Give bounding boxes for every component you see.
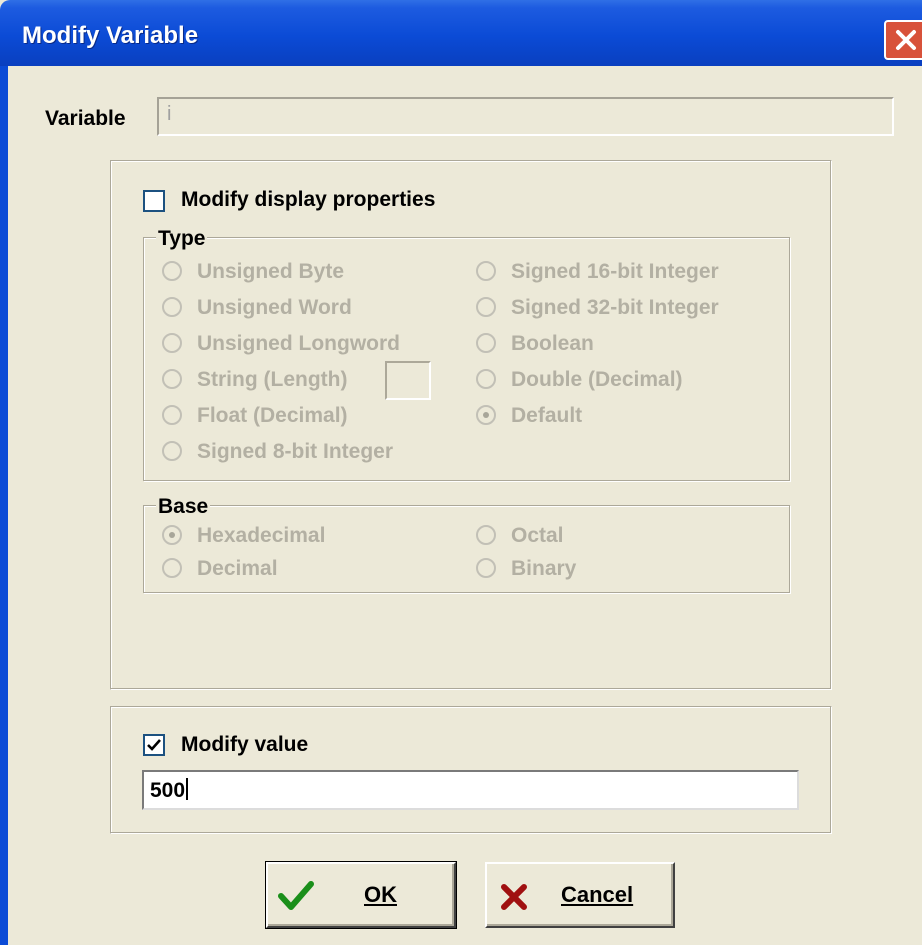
variable-field: i [157, 97, 894, 136]
window-frame-left [0, 66, 8, 945]
radio-label: Double (Decimal) [511, 368, 683, 391]
radio-label: Unsigned Word [197, 296, 352, 319]
radio-label: Signed 32-bit Integer [511, 296, 719, 319]
radio-label: Float (Decimal) [197, 404, 348, 427]
cancel-label-text: Cancel [561, 882, 634, 907]
radio-label: Decimal [197, 557, 278, 580]
radio-label: Boolean [511, 332, 594, 355]
modify-display-label: Modify display properties [181, 188, 436, 211]
radio-selected-icon [476, 405, 496, 425]
radio-icon [162, 333, 182, 353]
modify-value-label: Modify value [181, 733, 309, 756]
radio-label: Unsigned Longword [197, 332, 400, 355]
type-legend: Type [156, 227, 208, 251]
radio-label: Default [511, 404, 583, 427]
modify-value-checkbox[interactable] [143, 734, 165, 756]
radio-selected-icon [162, 525, 182, 545]
radio-label: Binary [511, 557, 577, 580]
radio-icon [162, 558, 182, 578]
radio-icon [162, 369, 182, 389]
radio-icon [476, 525, 496, 545]
radio-icon [476, 297, 496, 317]
radio-icon [476, 369, 496, 389]
radio-icon [162, 441, 182, 461]
title-bar[interactable]: Modify Variable [0, 0, 922, 66]
radio-icon [162, 405, 182, 425]
variable-label: Variable [45, 107, 126, 130]
close-icon [896, 30, 916, 50]
value-text: 500 [150, 779, 186, 802]
base-legend: Base [156, 495, 211, 519]
text-caret [186, 778, 189, 800]
radio-icon [476, 558, 496, 578]
cancel-label: Cancel [561, 882, 633, 908]
radio-icon [476, 261, 496, 281]
checkmark-icon [147, 739, 161, 751]
ok-button[interactable]: OK [265, 861, 457, 929]
radio-label: Hexadecimal [197, 524, 326, 547]
close-button[interactable] [884, 20, 922, 60]
cancel-button[interactable]: Cancel [485, 862, 675, 928]
ok-label: OK [364, 882, 397, 908]
radio-label: Octal [511, 524, 564, 547]
radio-icon [162, 261, 182, 281]
radio-label: String (Length) [197, 368, 348, 391]
radio-label: Unsigned Byte [197, 260, 345, 283]
x-mark-icon [501, 884, 527, 910]
window-title: Modify Variable [22, 22, 199, 49]
ok-label-text: OK [364, 882, 397, 907]
value-input[interactable]: 500 [142, 770, 799, 810]
radio-icon [162, 297, 182, 317]
radio-icon [476, 333, 496, 353]
radio-label: Signed 8-bit Integer [197, 440, 394, 463]
modify-display-checkbox[interactable] [143, 190, 165, 212]
radio-label: Signed 16-bit Integer [511, 260, 719, 283]
string-length-field[interactable] [385, 361, 431, 400]
checkmark-icon [278, 881, 314, 910]
